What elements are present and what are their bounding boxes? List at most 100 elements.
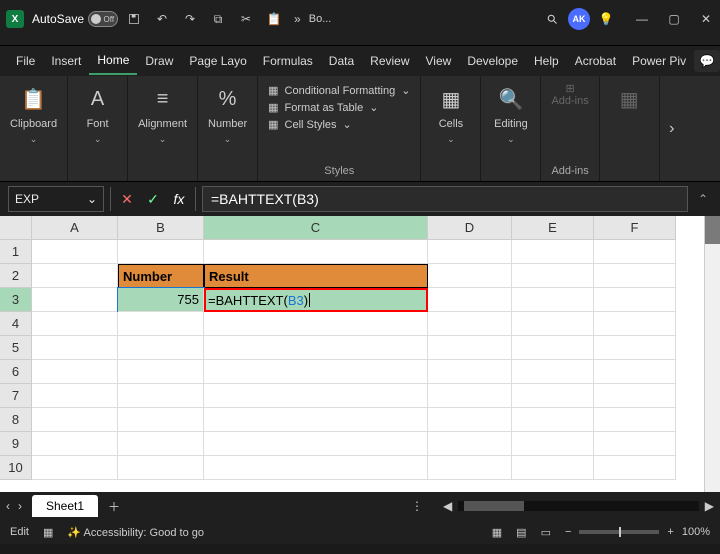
tab-acrobat[interactable]: Acrobat xyxy=(567,48,624,74)
row-header-3[interactable]: 3 xyxy=(0,288,32,312)
more-commands-icon[interactable]: » xyxy=(294,12,301,26)
copy-icon[interactable]: ⧉ xyxy=(210,11,226,27)
group-font[interactable]: A Font ⌄ xyxy=(68,76,128,181)
zoom-in-icon[interactable]: + xyxy=(667,526,673,538)
chevron-down-icon[interactable]: ⌄ xyxy=(224,134,232,145)
cell-f1[interactable] xyxy=(594,240,676,264)
col-header-b[interactable]: B xyxy=(118,216,204,240)
cell-d9[interactable] xyxy=(428,432,512,456)
cell-d8[interactable] xyxy=(428,408,512,432)
cell-a5[interactable] xyxy=(32,336,118,360)
close-icon[interactable]: ✕ xyxy=(698,11,714,27)
zoom-slider[interactable] xyxy=(579,530,659,534)
cell-f8[interactable] xyxy=(594,408,676,432)
cell-e2[interactable] xyxy=(512,264,594,288)
prev-sheet-icon[interactable]: ‹ xyxy=(6,499,10,513)
user-avatar[interactable]: AK xyxy=(568,8,590,30)
cell-e4[interactable] xyxy=(512,312,594,336)
row-header-4[interactable]: 4 xyxy=(0,312,32,336)
cell-c8[interactable] xyxy=(204,408,428,432)
conditional-formatting-button[interactable]: ▦ Conditional Formatting ⌄ xyxy=(268,82,410,99)
name-box[interactable]: EXP ⌄ xyxy=(8,186,104,212)
chevron-down-icon[interactable]: ⌄ xyxy=(87,192,97,206)
cell-c7[interactable] xyxy=(204,384,428,408)
tips-icon[interactable]: 💡 xyxy=(598,11,614,27)
cell-b7[interactable] xyxy=(118,384,204,408)
cell-b6[interactable] xyxy=(118,360,204,384)
cell-b10[interactable] xyxy=(118,456,204,480)
cell-e8[interactable] xyxy=(512,408,594,432)
cell-f2[interactable] xyxy=(594,264,676,288)
cell-c4[interactable] xyxy=(204,312,428,336)
insert-function-icon[interactable]: fx xyxy=(169,191,189,207)
sheet-tabs-menu-icon[interactable]: ⋮ xyxy=(411,499,423,513)
cell-b2[interactable]: Number xyxy=(118,264,204,288)
group-clipboard[interactable]: 📋 Clipboard ⌄ xyxy=(0,76,68,181)
scrollbar-thumb[interactable] xyxy=(705,216,720,244)
ribbon-overflow-button[interactable]: › xyxy=(660,76,684,181)
tab-draw[interactable]: Draw xyxy=(137,48,181,74)
chevron-down-icon[interactable]: ⌄ xyxy=(159,134,167,145)
maximize-icon[interactable]: ▢ xyxy=(666,11,682,27)
chevron-down-icon[interactable]: ⌄ xyxy=(30,134,38,145)
tab-formulas[interactable]: Formulas xyxy=(255,48,321,74)
group-cells[interactable]: ▦ Cells ⌄ xyxy=(421,76,481,181)
select-all-corner[interactable] xyxy=(0,216,32,240)
comments-button[interactable]: 💬 xyxy=(694,50,720,72)
cell-e7[interactable] xyxy=(512,384,594,408)
cell-a2[interactable] xyxy=(32,264,118,288)
col-header-c[interactable]: C xyxy=(204,216,428,240)
scroll-left-icon[interactable]: ◀ xyxy=(443,499,452,513)
worksheet-area[interactable]: A B C D E F 1 2 Number Result 3 755 =BAH… xyxy=(0,216,720,492)
cell-styles-button[interactable]: ▦ Cell Styles ⌄ xyxy=(268,116,410,133)
col-header-a[interactable]: A xyxy=(32,216,118,240)
cell-d2[interactable] xyxy=(428,264,512,288)
cell-c10[interactable] xyxy=(204,456,428,480)
cell-f4[interactable] xyxy=(594,312,676,336)
scrollbar-thumb[interactable] xyxy=(464,501,524,511)
format-as-table-button[interactable]: ▦ Format as Table ⌄ xyxy=(268,99,410,116)
cell-f7[interactable] xyxy=(594,384,676,408)
tab-developer[interactable]: Develope xyxy=(459,48,526,74)
cell-c9[interactable] xyxy=(204,432,428,456)
cell-b5[interactable] xyxy=(118,336,204,360)
cell-c2[interactable]: Result xyxy=(204,264,428,288)
autosave-toggle[interactable]: AutoSave Off xyxy=(32,11,118,27)
tab-page-layout[interactable]: Page Layo xyxy=(181,48,254,74)
row-header-9[interactable]: 9 xyxy=(0,432,32,456)
row-header-10[interactable]: 10 xyxy=(0,456,32,480)
group-alignment[interactable]: ≡ Alignment ⌄ xyxy=(128,76,198,181)
cell-c5[interactable] xyxy=(204,336,428,360)
add-sheet-button[interactable]: ＋ xyxy=(108,498,120,515)
col-header-d[interactable]: D xyxy=(428,216,512,240)
toggle-off-icon[interactable]: Off xyxy=(88,11,118,27)
cell-f3[interactable] xyxy=(594,288,676,312)
cell-d5[interactable] xyxy=(428,336,512,360)
accessibility-status[interactable]: ✨ Accessibility: Good to go xyxy=(67,526,204,539)
redo-icon[interactable]: ↷ xyxy=(182,11,198,27)
row-header-2[interactable]: 2 xyxy=(0,264,32,288)
expand-formula-bar-icon[interactable]: ⌃ xyxy=(694,192,712,206)
cell-f5[interactable] xyxy=(594,336,676,360)
search-icon[interactable] xyxy=(544,11,560,27)
cell-a10[interactable] xyxy=(32,456,118,480)
enter-formula-icon[interactable]: ✓ xyxy=(143,191,163,208)
col-header-e[interactable]: E xyxy=(512,216,594,240)
cell-d3[interactable] xyxy=(428,288,512,312)
cell-e5[interactable] xyxy=(512,336,594,360)
group-editing[interactable]: 🔍 Editing ⌄ xyxy=(481,76,541,181)
cell-a1[interactable] xyxy=(32,240,118,264)
row-header-5[interactable]: 5 xyxy=(0,336,32,360)
cell-f9[interactable] xyxy=(594,432,676,456)
cell-e10[interactable] xyxy=(512,456,594,480)
vertical-scrollbar[interactable] xyxy=(704,216,720,492)
cell-e9[interactable] xyxy=(512,432,594,456)
cell-a4[interactable] xyxy=(32,312,118,336)
row-header-6[interactable]: 6 xyxy=(0,360,32,384)
cancel-formula-icon[interactable]: ✕ xyxy=(117,191,137,208)
cell-b3[interactable]: 755 xyxy=(118,288,204,312)
cell-c3-active[interactable]: =BAHTTEXT(B3) xyxy=(204,288,428,312)
tab-help[interactable]: Help xyxy=(526,48,567,74)
zoom-level[interactable]: 100% xyxy=(682,526,710,538)
cell-c6[interactable] xyxy=(204,360,428,384)
